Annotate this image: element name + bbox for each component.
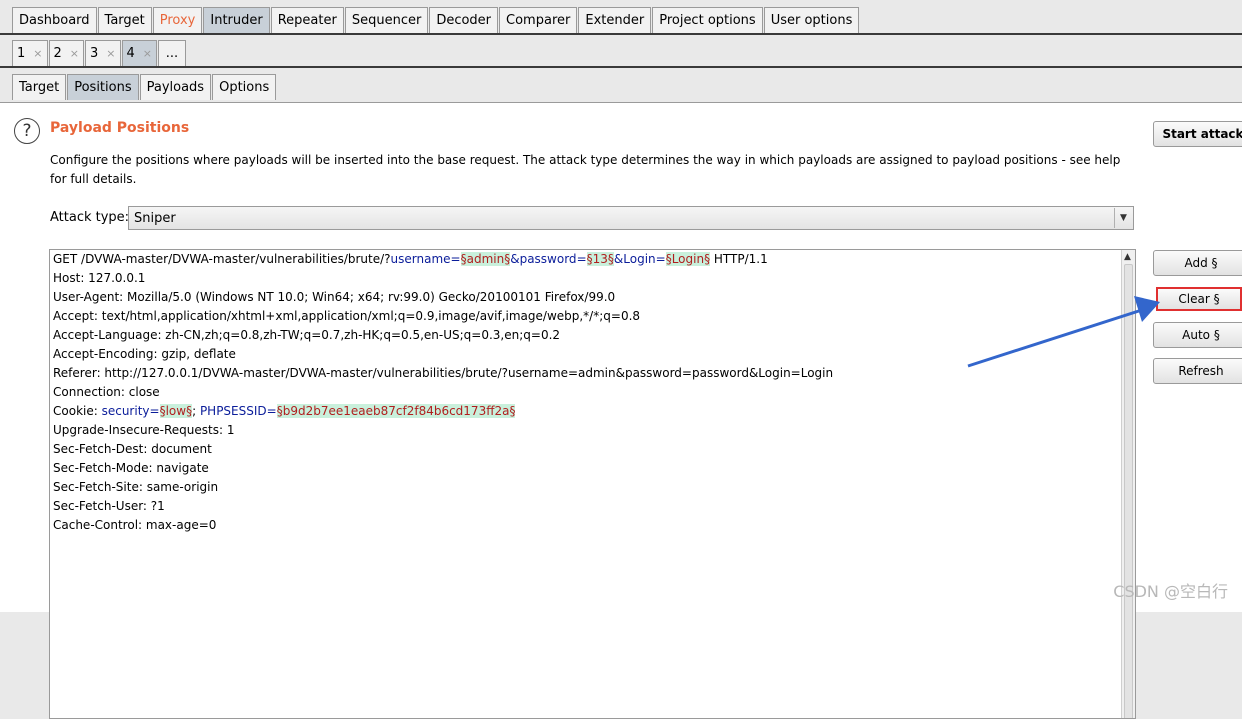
intruder-tab-bar: Target Positions Payloads Options: [12, 74, 277, 100]
attack-type-select[interactable]: Sniper ▼: [128, 206, 1134, 230]
header-referer: Referer: http://127.0.0.1/DVWA-master/DV…: [53, 366, 834, 380]
attack-tab-1[interactable]: 1 ×: [12, 40, 48, 66]
section-title: Payload Positions: [50, 120, 190, 136]
header-accept-encoding: Accept-Encoding: gzip, deflate: [53, 347, 236, 361]
attack-tab-label: 1: [17, 46, 26, 61]
main-tab-bar: Dashboard Target Proxy Intruder Repeater…: [12, 7, 860, 33]
attack-tab-3[interactable]: 3 ×: [85, 40, 121, 66]
tab-intruder[interactable]: Intruder: [203, 7, 270, 33]
request-line: GET /DVWA-master/DVWA-master/vulnerabili…: [53, 250, 833, 269]
request-method-path: GET /DVWA-master/DVWA-master/vulnerabili…: [53, 252, 391, 266]
close-icon[interactable]: ×: [143, 47, 152, 60]
refresh-button[interactable]: Refresh: [1153, 358, 1242, 384]
param-equals: =: [655, 252, 666, 266]
chevron-down-icon[interactable]: ▼: [1114, 208, 1132, 228]
attack-tab-label: 4: [126, 46, 135, 61]
attack-tab-label: 3: [90, 46, 99, 61]
header-user-agent: User-Agent: Mozilla/5.0 (Windows NT 10.0…: [53, 290, 616, 304]
scroll-thumb[interactable]: [1124, 264, 1133, 718]
new-tab-button[interactable]: ...: [158, 40, 186, 66]
subtab-divider: [0, 66, 1242, 68]
tab-intruder-target[interactable]: Target: [12, 74, 67, 100]
close-icon[interactable]: ×: [106, 47, 115, 60]
close-icon[interactable]: ×: [70, 47, 79, 60]
tab-sequencer[interactable]: Sequencer: [344, 7, 429, 33]
tab-proxy[interactable]: Proxy: [152, 7, 203, 33]
param-separator: &: [510, 252, 520, 266]
header-connection: Connection: close: [53, 385, 160, 399]
tab-dashboard[interactable]: Dashboard: [12, 7, 97, 33]
cookie-separator: ;: [192, 404, 200, 418]
param-name: password: [519, 252, 577, 266]
close-icon[interactable]: ×: [33, 47, 42, 60]
cookie-prefix: Cookie:: [53, 404, 102, 418]
editor-scrollbar[interactable]: ▲: [1121, 250, 1135, 718]
attack-tab-label: 2: [53, 46, 62, 61]
header-sec-fetch-mode: Sec-Fetch-Mode: navigate: [53, 461, 209, 475]
header-host: Host: 127.0.0.1: [53, 271, 146, 285]
cookie-name: PHPSESSID: [199, 404, 267, 418]
tab-options[interactable]: Options: [212, 74, 277, 100]
auto-marker-button[interactable]: Auto §: [1153, 322, 1242, 348]
param-separator: &: [613, 252, 624, 266]
attack-type-label: Attack type:: [50, 210, 130, 225]
param-name: Login: [623, 252, 656, 266]
tab-payloads[interactable]: Payloads: [139, 74, 212, 100]
header-upgrade: Upgrade-Insecure-Requests: 1: [53, 423, 235, 437]
payload-marker: §b9d2b7ee1eaeb87cf2f84b6cd173ff2a§: [276, 404, 516, 418]
header-cache-control: Cache-Control: max-age=0: [53, 518, 217, 532]
header-accept-language: Accept-Language: zh-CN,zh;q=0.8,zh-TW;q=…: [53, 328, 561, 342]
cookie-name: security: [101, 404, 150, 418]
tab-project-options[interactable]: Project options: [652, 7, 763, 33]
param-name: username: [390, 252, 451, 266]
payload-marker: §low§: [159, 404, 193, 418]
tab-extender[interactable]: Extender: [578, 7, 652, 33]
param-equals: =: [450, 252, 461, 266]
request-text: GET /DVWA-master/DVWA-master/vulnerabili…: [53, 250, 833, 535]
cookie-equals: =: [266, 404, 277, 418]
param-equals: =: [576, 252, 587, 266]
tab-divider: [0, 33, 1242, 35]
header-sec-fetch-dest: Sec-Fetch-Dest: document: [53, 442, 212, 456]
tab-positions[interactable]: Positions: [67, 74, 139, 100]
request-editor[interactable]: GET /DVWA-master/DVWA-master/vulnerabili…: [49, 249, 1136, 719]
clear-marker-button[interactable]: Clear §: [1156, 287, 1242, 311]
header-sec-fetch-site: Sec-Fetch-Site: same-origin: [53, 480, 219, 494]
cookie-equals: =: [149, 404, 160, 418]
request-protocol: HTTP/1.1: [710, 252, 768, 266]
header-accept: Accept: text/html,application/xhtml+xml,…: [53, 309, 641, 323]
add-marker-button[interactable]: Add §: [1153, 250, 1242, 276]
attack-type-value: Sniper: [134, 210, 176, 226]
start-attack-button[interactable]: Start attack: [1153, 121, 1242, 147]
attack-tab-bar: 1 × 2 × 3 × 4 × ...: [12, 40, 187, 66]
header-cookie: Cookie: security=§low§; PHPSESSID=§b9d2b…: [53, 402, 833, 421]
help-icon[interactable]: ?: [14, 118, 40, 144]
tab-target[interactable]: Target: [97, 7, 152, 33]
positions-panel: ? Payload Positions Configure the positi…: [0, 102, 1242, 719]
tab-user-options[interactable]: User options: [763, 7, 860, 33]
tab-decoder[interactable]: Decoder: [429, 7, 499, 33]
payload-marker: §admin§: [460, 252, 511, 266]
tab-comparer[interactable]: Comparer: [499, 7, 578, 33]
payload-marker: §Login§: [665, 252, 711, 266]
header-sec-fetch-user: Sec-Fetch-User: ?1: [53, 499, 165, 513]
payload-marker: §13§: [586, 252, 614, 266]
attack-tab-4[interactable]: 4 ×: [121, 40, 157, 66]
section-description: Configure the positions where payloads w…: [50, 153, 1121, 186]
attack-tab-2[interactable]: 2 ×: [48, 40, 84, 66]
tab-repeater[interactable]: Repeater: [270, 7, 344, 33]
watermark: CSDN @空白行: [1113, 582, 1228, 601]
scroll-up-icon[interactable]: ▲: [1124, 252, 1131, 262]
